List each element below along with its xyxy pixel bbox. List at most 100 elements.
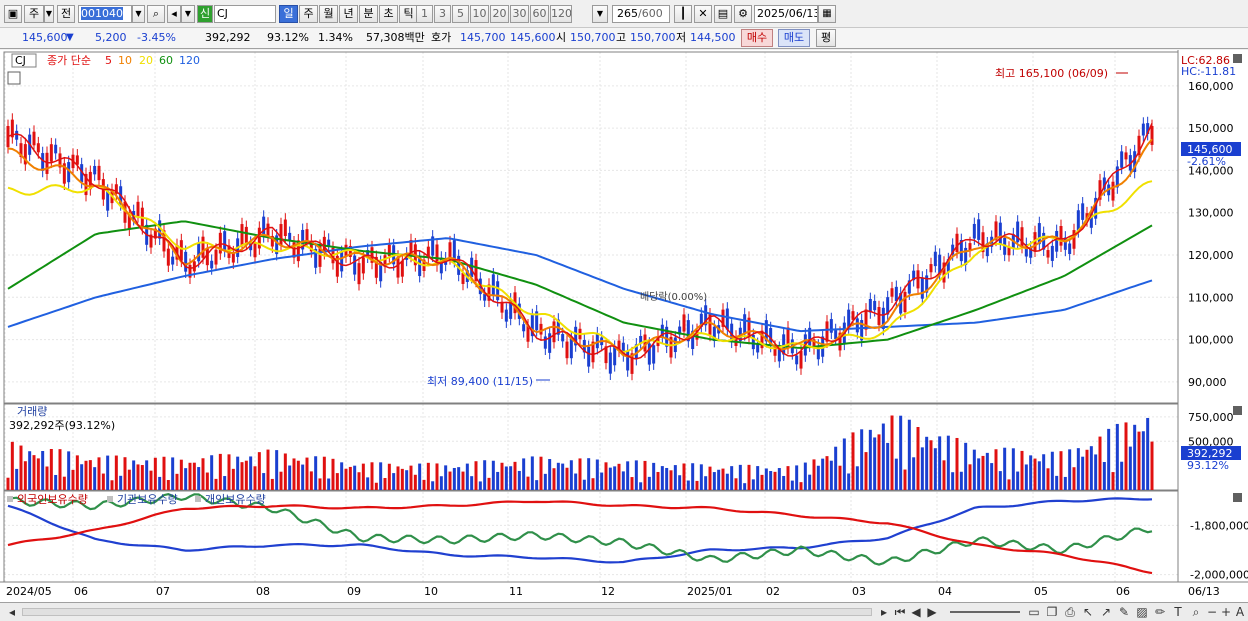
period-button[interactable]: 주 <box>24 5 44 23</box>
open-label: 시 <box>556 31 567 44</box>
scroll-right-icon[interactable]: ▸ <box>876 604 892 620</box>
gear-icon[interactable]: ⚙ <box>734 5 752 23</box>
candle-body <box>652 345 656 364</box>
buy-button[interactable]: 매수 <box>741 29 773 47</box>
window-icon[interactable]: ▭ <box>1026 604 1042 620</box>
timeframe-tab-0[interactable]: 일 <box>279 5 298 23</box>
candle-body <box>933 251 937 267</box>
calendar-icon[interactable]: ▦ <box>818 5 836 23</box>
x-tick-label: 07 <box>156 585 170 598</box>
timeframe-tab-3[interactable]: 년 <box>339 5 358 23</box>
eval-button[interactable]: 평 <box>816 29 836 47</box>
interval-button-10[interactable]: 10 <box>470 5 489 23</box>
candle-body <box>561 334 565 342</box>
trade-amount: 57,308백만 <box>366 31 425 44</box>
bar-count-field[interactable]: 265/600 <box>612 5 670 23</box>
print-icon[interactable]: ⎙ <box>1062 604 1078 620</box>
volume-bar <box>1046 468 1050 490</box>
candle-icon[interactable]: ┃ <box>674 5 692 23</box>
interval-button-1[interactable]: 1 <box>416 5 433 23</box>
volume-bar <box>223 476 227 490</box>
image-icon[interactable]: ▨ <box>1134 604 1150 620</box>
x-tick-label: 09 <box>347 585 361 598</box>
stock-code-input[interactable]: 001040 <box>78 5 132 23</box>
interval-button-5[interactable]: 5 <box>452 5 469 23</box>
volume-bar <box>1150 441 1154 490</box>
volume-bar <box>1007 479 1011 490</box>
timeframe-tab-2[interactable]: 월 <box>319 5 338 23</box>
layout-icon[interactable]: ▣ <box>4 5 22 23</box>
date-field[interactable]: 2025/06/13 <box>754 5 818 23</box>
candle-body <box>829 319 833 333</box>
candle-body <box>756 343 760 353</box>
interval-button-60[interactable]: 60 <box>530 5 549 23</box>
volume-bar <box>1050 451 1054 490</box>
volume-bar <box>626 461 630 490</box>
code-dropdown-icon[interactable]: ▼ <box>132 5 145 23</box>
holding-legend-marker <box>195 496 201 502</box>
save-icon[interactable]: ▤ <box>714 5 732 23</box>
volume-bar <box>942 460 946 490</box>
volume-bar <box>929 440 933 490</box>
prev-icon[interactable]: ◀ <box>908 604 924 620</box>
volume-bar <box>842 438 846 490</box>
speaker-dropdown-icon[interactable]: ▼ <box>181 5 195 23</box>
first-icon[interactable]: ⏮ <box>892 604 908 620</box>
volume-bar <box>933 448 937 490</box>
interval-button-3[interactable]: 3 <box>434 5 451 23</box>
interval-button-120[interactable]: 120 <box>550 5 572 23</box>
grid-toggle-icon <box>7 71 21 85</box>
volume: 392,292 <box>205 31 251 44</box>
volume-bar <box>881 423 885 490</box>
copy-icon[interactable]: ❐ <box>1044 604 1060 620</box>
timeframe-tab-1[interactable]: 주 <box>299 5 318 23</box>
candle-body <box>998 222 1002 244</box>
crosshair-icon[interactable]: ✕ <box>694 5 712 23</box>
draw-icon[interactable]: ✎ <box>1116 604 1132 620</box>
volume-bar <box>868 429 872 490</box>
measure-icon[interactable]: ↖ <box>1080 604 1096 620</box>
candle-body <box>1141 123 1145 136</box>
volume-bar <box>1085 449 1089 490</box>
text-icon[interactable]: T <box>1170 604 1186 620</box>
trend-icon[interactable]: ↗ <box>1098 604 1114 620</box>
volume-bar <box>647 476 651 490</box>
volume-bar <box>244 460 248 490</box>
high-price: 150,700 <box>630 31 676 44</box>
next-icon[interactable]: ▶ <box>924 604 940 620</box>
ma-legend-60: 60 <box>159 54 173 67</box>
zoom-slider[interactable] <box>950 611 1020 613</box>
volume-bar <box>513 461 517 490</box>
period-dropdown-icon[interactable]: ▼ <box>44 5 54 23</box>
font-size-icon[interactable]: A <box>1232 604 1248 620</box>
candle-body <box>1111 181 1115 201</box>
mode-button[interactable]: 전 <box>57 5 75 23</box>
interval-dropdown-icon[interactable]: ▼ <box>592 5 608 23</box>
stock-name-field[interactable]: CJ <box>214 5 276 23</box>
x-tick-label: 04 <box>938 585 952 598</box>
volume-bar <box>587 458 591 490</box>
holding-legend-marker <box>107 496 113 502</box>
scroll-left-icon[interactable]: ◂ <box>4 604 20 620</box>
volume-bar <box>1111 472 1115 490</box>
stock-chart[interactable]: 2024/05 06 07 08 09 10 11 12 2025/01 02 03 04 05 06 06… <box>0 50 1248 602</box>
price-y-tick: 130,000 <box>1188 207 1234 220</box>
interval-button-30[interactable]: 30 <box>510 5 529 23</box>
volume-bar <box>119 475 123 490</box>
volume-bar <box>682 463 686 490</box>
sell-button[interactable]: 매도 <box>778 29 810 47</box>
horizontal-scrollbar[interactable] <box>22 608 872 616</box>
volume-bar <box>257 452 261 490</box>
volume-bar <box>747 464 751 490</box>
candle-body <box>1124 152 1128 160</box>
speaker-icon[interactable]: ◂ <box>167 5 181 23</box>
pen-icon[interactable]: ✏ <box>1152 604 1168 620</box>
volume-bar <box>582 479 586 490</box>
zoom-icon[interactable]: ⌕ <box>1188 604 1204 620</box>
interval-button-20[interactable]: 20 <box>490 5 509 23</box>
volume-bar <box>946 435 950 490</box>
timeframe-tab-4[interactable]: 분 <box>359 5 378 23</box>
timeframe-tab-5[interactable]: 초 <box>379 5 398 23</box>
candle-body <box>1050 245 1054 261</box>
search-icon[interactable]: ⌕ <box>147 5 165 23</box>
